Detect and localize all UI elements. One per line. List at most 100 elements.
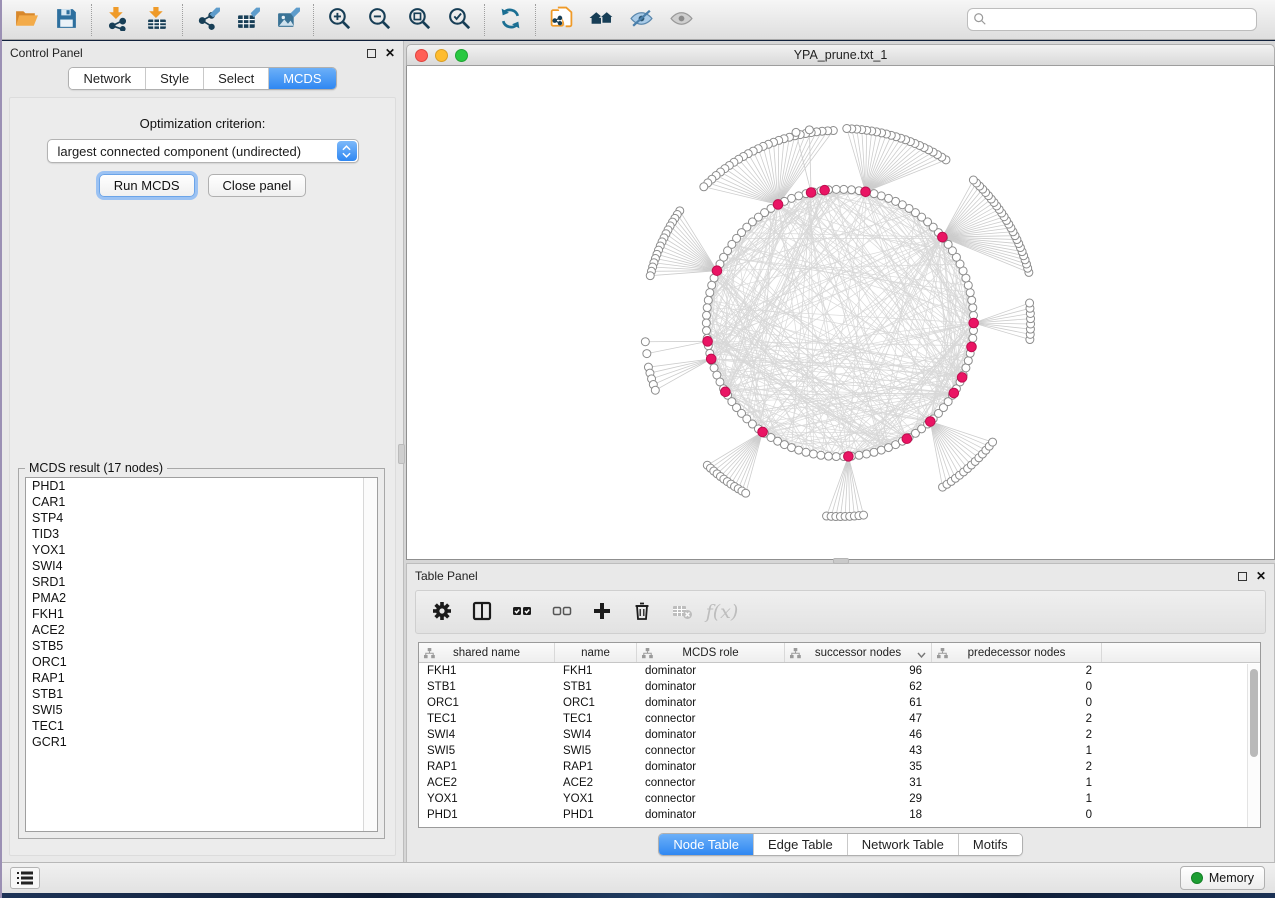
list-item[interactable]: ORC1 <box>26 654 377 670</box>
table-cell[interactable]: ORC1 <box>419 697 555 709</box>
table-cell[interactable]: PHD1 <box>555 809 637 821</box>
memory-button[interactable]: Memory <box>1180 866 1265 890</box>
table-cell[interactable]: ACE2 <box>419 777 555 789</box>
import-table-button[interactable] <box>137 3 177 37</box>
table-cell[interactable]: TEC1 <box>419 713 555 725</box>
save-button[interactable] <box>46 3 86 37</box>
table-cell[interactable]: 96 <box>785 665 932 677</box>
list-item[interactable]: STB1 <box>26 686 377 702</box>
table-row[interactable]: ACE2ACE2connector311 <box>419 775 1260 791</box>
add-row-button[interactable] <box>584 595 620 629</box>
run-mcds-button[interactable]: Run MCDS <box>99 174 195 197</box>
list-item[interactable]: SWI5 <box>26 702 377 718</box>
list-item[interactable]: YOX1 <box>26 542 377 558</box>
list-item[interactable]: TID3 <box>26 526 377 542</box>
table-cell[interactable]: 0 <box>932 681 1102 693</box>
zoom-selected-button[interactable] <box>439 3 479 37</box>
table-cell[interactable]: RAP1 <box>555 761 637 773</box>
table-scrollbar[interactable] <box>1247 664 1260 827</box>
table-cell[interactable]: 2 <box>932 713 1102 725</box>
show-all-button[interactable] <box>661 3 701 37</box>
table-cell[interactable]: 62 <box>785 681 932 693</box>
tab-style[interactable]: Style <box>146 68 204 89</box>
table-cell[interactable]: 46 <box>785 729 932 741</box>
table-cell[interactable]: 61 <box>785 697 932 709</box>
table-row[interactable]: FKH1FKH1dominator962 <box>419 663 1260 679</box>
list-item[interactable]: STB5 <box>26 638 377 654</box>
zoom-fit-button[interactable] <box>399 3 439 37</box>
hide-selected-button[interactable] <box>621 3 661 37</box>
result-list-scrollbar[interactable] <box>363 478 377 831</box>
table-scrollbar-thumb[interactable] <box>1250 669 1258 757</box>
table-cell[interactable]: dominator <box>637 729 785 741</box>
deselect-all-button[interactable] <box>544 595 580 629</box>
table-cell[interactable]: 18 <box>785 809 932 821</box>
table-row[interactable]: TEC1TEC1connector472 <box>419 711 1260 727</box>
table-cell[interactable]: 47 <box>785 713 932 725</box>
open-button[interactable] <box>6 3 46 37</box>
tab-network[interactable]: Network <box>69 68 146 89</box>
refresh-button[interactable] <box>490 3 530 37</box>
table-cell[interactable]: 1 <box>932 777 1102 789</box>
tab-node-table[interactable]: Node Table <box>659 834 754 855</box>
close-panel-button[interactable]: Close panel <box>208 174 307 197</box>
tab-motifs[interactable]: Motifs <box>959 834 1022 855</box>
table-cell[interactable]: STB1 <box>419 681 555 693</box>
close-table-panel-icon[interactable]: ✕ <box>1256 570 1266 582</box>
table-cell[interactable]: 35 <box>785 761 932 773</box>
table-cell[interactable]: PHD1 <box>419 809 555 821</box>
table-cell[interactable]: dominator <box>637 761 785 773</box>
table-cell[interactable]: connector <box>637 713 785 725</box>
table-cell[interactable]: dominator <box>637 697 785 709</box>
table-row[interactable]: PHD1PHD1dominator180 <box>419 807 1260 823</box>
column-header-shared-name[interactable]: shared name <box>419 643 555 662</box>
table-cell[interactable]: SWI4 <box>419 729 555 741</box>
list-item[interactable]: FKH1 <box>26 606 377 622</box>
table-cell[interactable]: SWI4 <box>555 729 637 741</box>
column-header-name[interactable]: name <box>555 643 637 662</box>
table-cell[interactable]: TEC1 <box>555 713 637 725</box>
table-row[interactable]: RAP1RAP1dominator352 <box>419 759 1260 775</box>
copy-network-button[interactable] <box>541 3 581 37</box>
network-graph[interactable] <box>407 66 1274 559</box>
list-item[interactable]: STP4 <box>26 510 377 526</box>
table-cell[interactable]: 2 <box>932 729 1102 741</box>
table-cell[interactable]: 1 <box>932 745 1102 757</box>
list-item[interactable]: SWI4 <box>26 558 377 574</box>
table-cell[interactable]: FKH1 <box>555 665 637 677</box>
tab-network-table[interactable]: Network Table <box>848 834 959 855</box>
table-cell[interactable]: 0 <box>932 809 1102 821</box>
table-cell[interactable]: dominator <box>637 809 785 821</box>
list-item[interactable]: SRD1 <box>26 574 377 590</box>
horizontal-splitter-handle[interactable] <box>833 558 849 564</box>
import-network-button[interactable] <box>97 3 137 37</box>
column-header-predecessor-nodes[interactable]: predecessor nodes <box>932 643 1102 662</box>
settings-gear-button[interactable] <box>424 595 460 629</box>
table-cell[interactable]: dominator <box>637 665 785 677</box>
search-input[interactable] <box>967 8 1257 31</box>
close-panel-icon[interactable]: ✕ <box>385 47 395 59</box>
tab-select[interactable]: Select <box>204 68 269 89</box>
tab-edge-table[interactable]: Edge Table <box>754 834 848 855</box>
table-cell[interactable]: RAP1 <box>419 761 555 773</box>
delete-rows-button[interactable] <box>624 595 660 629</box>
zoom-in-button[interactable] <box>319 3 359 37</box>
table-cell[interactable]: 31 <box>785 777 932 789</box>
network-canvas[interactable] <box>406 66 1275 560</box>
table-cell[interactable]: YOX1 <box>419 793 555 805</box>
sort-chevron-icon[interactable] <box>917 649 926 661</box>
table-cell[interactable]: dominator <box>637 681 785 693</box>
export-table-button[interactable] <box>228 3 268 37</box>
list-item[interactable]: TEC1 <box>26 718 377 734</box>
table-row[interactable]: STB1STB1dominator620 <box>419 679 1260 695</box>
table-cell[interactable]: ORC1 <box>555 697 637 709</box>
table-cell[interactable]: connector <box>637 777 785 789</box>
list-item[interactable]: RAP1 <box>26 670 377 686</box>
table-cell[interactable]: ACE2 <box>555 777 637 789</box>
table-cell[interactable]: 2 <box>932 761 1102 773</box>
vertical-splitter-handle[interactable] <box>398 444 405 464</box>
mcds-result-list[interactable]: PHD1CAR1STP4TID3YOX1SWI4SRD1PMA2FKH1ACE2… <box>25 477 378 832</box>
table-row[interactable]: SWI5SWI5connector431 <box>419 743 1260 759</box>
table-cell[interactable]: SWI5 <box>419 745 555 757</box>
table-cell[interactable]: 43 <box>785 745 932 757</box>
